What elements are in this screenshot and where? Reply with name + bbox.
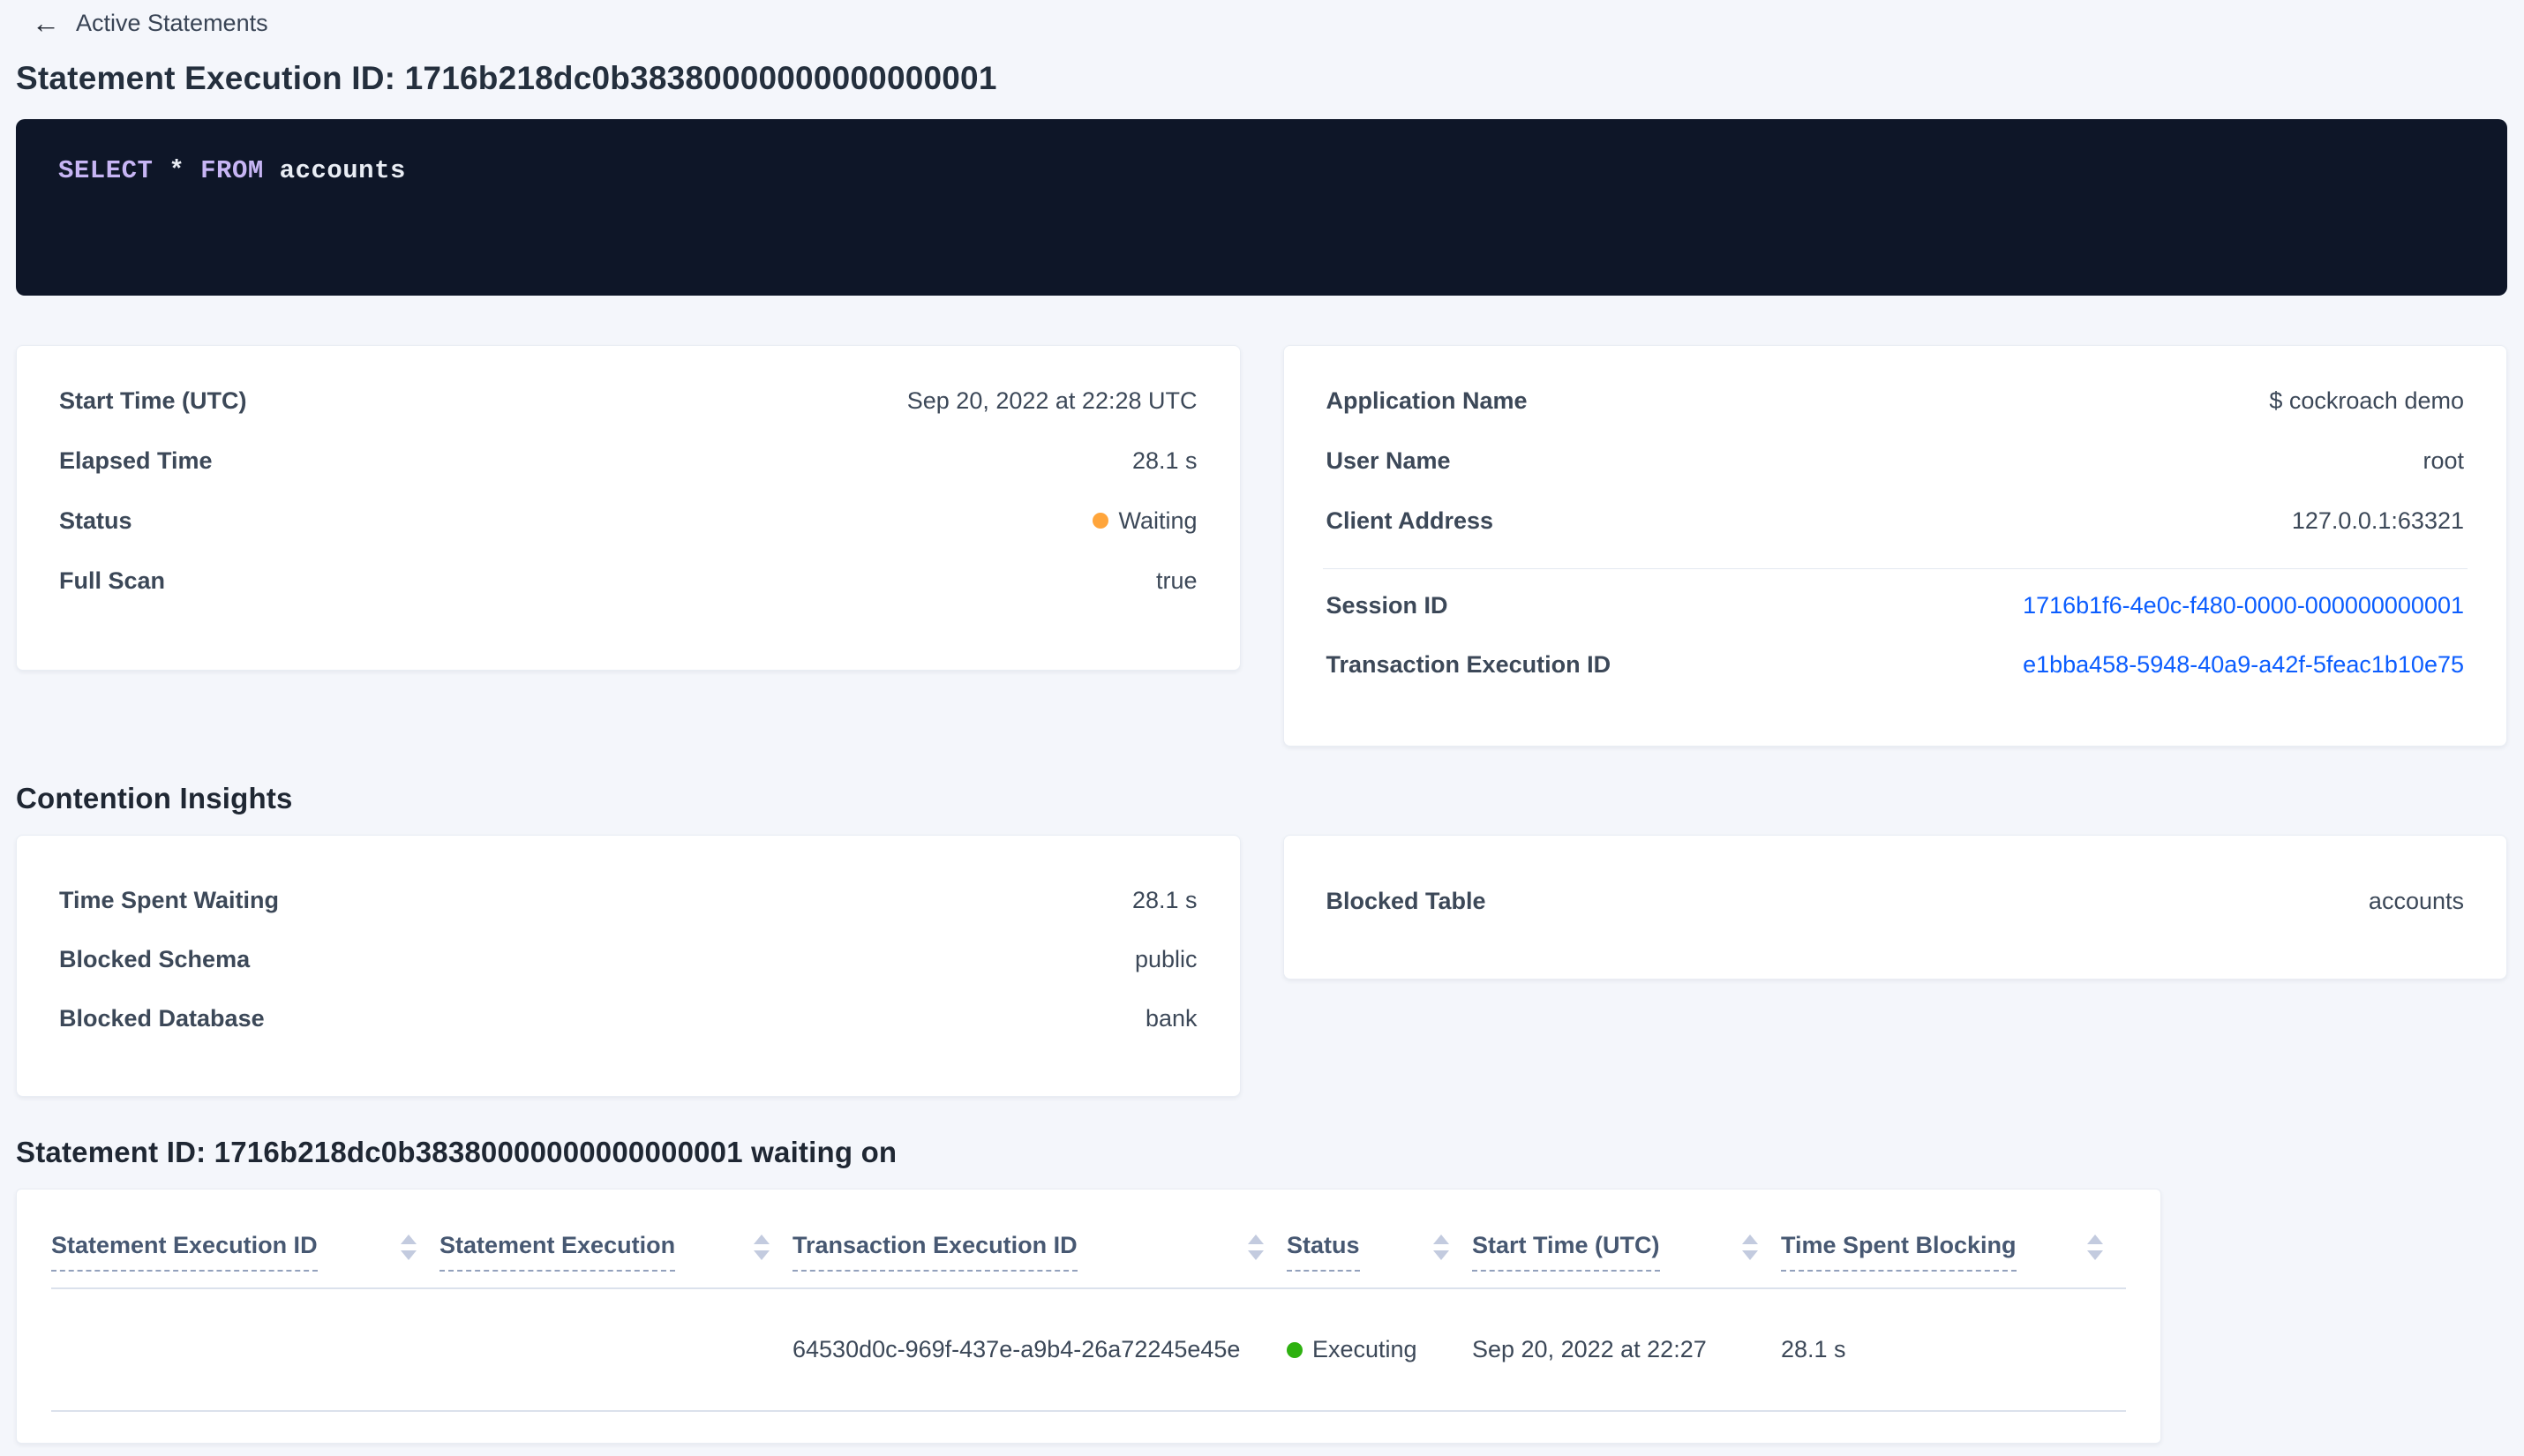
column-header-status[interactable]: Status — [1287, 1232, 1472, 1272]
cell-start-time: Sep 20, 2022 at 22:27 — [1472, 1336, 1707, 1362]
sql-statement-box: SELECT * FROM accounts — [16, 119, 2507, 296]
column-label[interactable]: Start Time (UTC) — [1472, 1232, 1660, 1272]
contention-insights-heading: Contention Insights — [16, 782, 293, 814]
contention-details-card: Time Spent Waiting 28.1 s Blocked Schema… — [16, 835, 1241, 1097]
time-spent-waiting-value: 28.1 s — [1131, 887, 1198, 913]
blocked-database-value: bank — [1145, 1005, 1198, 1032]
session-info-card: Application Name $ cockroach demo User N… — [1282, 345, 2507, 747]
sql-keyword-select: SELECT — [58, 156, 154, 185]
sort-arrows-icon[interactable] — [1248, 1235, 1264, 1260]
user-name-label: User Name — [1326, 447, 1451, 474]
waiting-status-dot-icon — [1093, 513, 1109, 529]
client-address-label: Client Address — [1326, 507, 1494, 534]
session-id-label: Session ID — [1326, 592, 1448, 619]
sort-arrows-icon[interactable] — [401, 1235, 417, 1260]
column-label[interactable]: Statement Execution ID — [51, 1232, 318, 1272]
sql-keyword-from: FROM — [200, 156, 264, 185]
sql-table-name: accounts — [263, 156, 406, 185]
sort-arrows-icon[interactable] — [1742, 1235, 1758, 1260]
back-link-active-statements[interactable]: ← Active Statements — [16, 0, 268, 39]
arrow-left-icon[interactable]: ← — [32, 9, 60, 37]
breadcrumb-label[interactable]: Active Statements — [76, 10, 268, 37]
transaction-execution-id-link[interactable]: e1bba458-5948-40a9-a42f-5feac1b10e75 — [2023, 651, 2464, 679]
executing-status-dot-icon — [1287, 1341, 1303, 1358]
sort-arrows-icon[interactable] — [754, 1235, 770, 1260]
column-header-statement-execution[interactable]: Statement Execution — [439, 1232, 793, 1272]
session-id-row: Session ID 1716b1f6-4e0c-f480-0000-00000… — [1326, 576, 2465, 635]
elapsed-time-row: Elapsed Time 28.1 s — [59, 431, 1198, 491]
card-divider — [1322, 568, 2468, 569]
start-time-row: Start Time (UTC) Sep 20, 2022 at 22:28 U… — [59, 371, 1198, 431]
status-text: Waiting — [1118, 507, 1198, 534]
waiting-on-heading: Statement ID: 1716b218dc0b38380000000000… — [16, 1136, 898, 1168]
elapsed-time-label: Elapsed Time — [59, 447, 213, 474]
start-time-value: Sep 20, 2022 at 22:28 UTC — [906, 387, 1198, 414]
sql-star: * — [153, 156, 201, 185]
sort-arrows-icon[interactable] — [2087, 1235, 2103, 1260]
blocked-table-value: accounts — [2368, 887, 2464, 914]
overview-cards-row: Start Time (UTC) Sep 20, 2022 at 22:28 U… — [16, 345, 2507, 747]
column-header-time-spent-blocking[interactable]: Time Spent Blocking — [1781, 1232, 2126, 1272]
execution-summary-card: Start Time (UTC) Sep 20, 2022 at 22:28 U… — [16, 345, 1241, 671]
user-name-value: root — [2423, 447, 2464, 474]
time-spent-waiting-label: Time Spent Waiting — [59, 887, 280, 913]
table-row: 64530d0c-969f-437e-a9b4-26a72245e45e Exe… — [51, 1289, 2126, 1412]
blocked-database-row: Blocked Database bank — [59, 989, 1198, 1048]
column-header-transaction-execution-id[interactable]: Transaction Execution ID — [793, 1232, 1287, 1272]
user-name-row: User Name root — [1326, 431, 2465, 491]
contention-cards-row: Time Spent Waiting 28.1 s Blocked Schema… — [16, 835, 2507, 1097]
blocked-table-card: Blocked Table accounts — [1282, 835, 2507, 979]
blocked-table-label: Blocked Table — [1326, 887, 1486, 914]
cell-transaction-execution-id: 64530d0c-969f-437e-a9b4-26a72245e45e — [793, 1336, 1241, 1362]
start-time-label: Start Time (UTC) — [59, 387, 247, 414]
column-label[interactable]: Statement Execution — [439, 1232, 676, 1272]
client-address-value: 127.0.0.1:63321 — [2291, 507, 2464, 534]
elapsed-time-value: 28.1 s — [1131, 447, 1198, 474]
transaction-execution-id-row: Transaction Execution ID e1bba458-5948-4… — [1326, 635, 2465, 694]
cell-status: Executing — [1287, 1336, 1472, 1363]
client-address-row: Client Address 127.0.0.1:63321 — [1326, 491, 2465, 551]
status-text: Executing — [1312, 1336, 1417, 1362]
column-label[interactable]: Time Spent Blocking — [1781, 1232, 2017, 1272]
application-name-label: Application Name — [1326, 387, 1528, 414]
time-spent-waiting-row: Time Spent Waiting 28.1 s — [59, 871, 1198, 930]
column-header-start-time[interactable]: Start Time (UTC) — [1472, 1232, 1781, 1272]
column-label[interactable]: Transaction Execution ID — [793, 1232, 1078, 1272]
session-id-link[interactable]: 1716b1f6-4e0c-f480-0000-000000000001 — [2023, 592, 2464, 619]
full-scan-value: true — [1155, 567, 1198, 594]
page-title: Statement Execution ID: 1716b218dc0b3838… — [16, 60, 997, 96]
status-value: Waiting — [1093, 507, 1198, 535]
blocked-database-label: Blocked Database — [59, 1005, 265, 1032]
table-header-row: Statement Execution ID Statement Executi… — [51, 1190, 2126, 1289]
blocked-table-row: Blocked Table accounts — [1326, 871, 2465, 931]
application-name-row: Application Name $ cockroach demo — [1326, 371, 2465, 431]
blocked-schema-row: Blocked Schema public — [59, 930, 1198, 989]
waiting-on-table: Statement Execution ID Statement Executi… — [16, 1189, 2161, 1444]
application-name-value: $ cockroach demo — [2269, 387, 2464, 414]
statement-details-page: ← Active Statements Statement Execution … — [0, 0, 2524, 1444]
full-scan-label: Full Scan — [59, 567, 166, 594]
transaction-execution-id-label: Transaction Execution ID — [1326, 651, 1611, 678]
column-label[interactable]: Status — [1287, 1232, 1360, 1272]
status-label: Status — [59, 507, 132, 534]
sort-arrows-icon[interactable] — [1433, 1235, 1449, 1260]
column-header-statement-execution-id[interactable]: Statement Execution ID — [51, 1232, 439, 1272]
cell-time-spent-blocking: 28.1 s — [1781, 1336, 1846, 1362]
full-scan-row: Full Scan true — [59, 551, 1198, 611]
blocked-schema-value: public — [1134, 946, 1198, 972]
status-row: Status Waiting — [59, 491, 1198, 551]
blocked-schema-label: Blocked Schema — [59, 946, 251, 972]
